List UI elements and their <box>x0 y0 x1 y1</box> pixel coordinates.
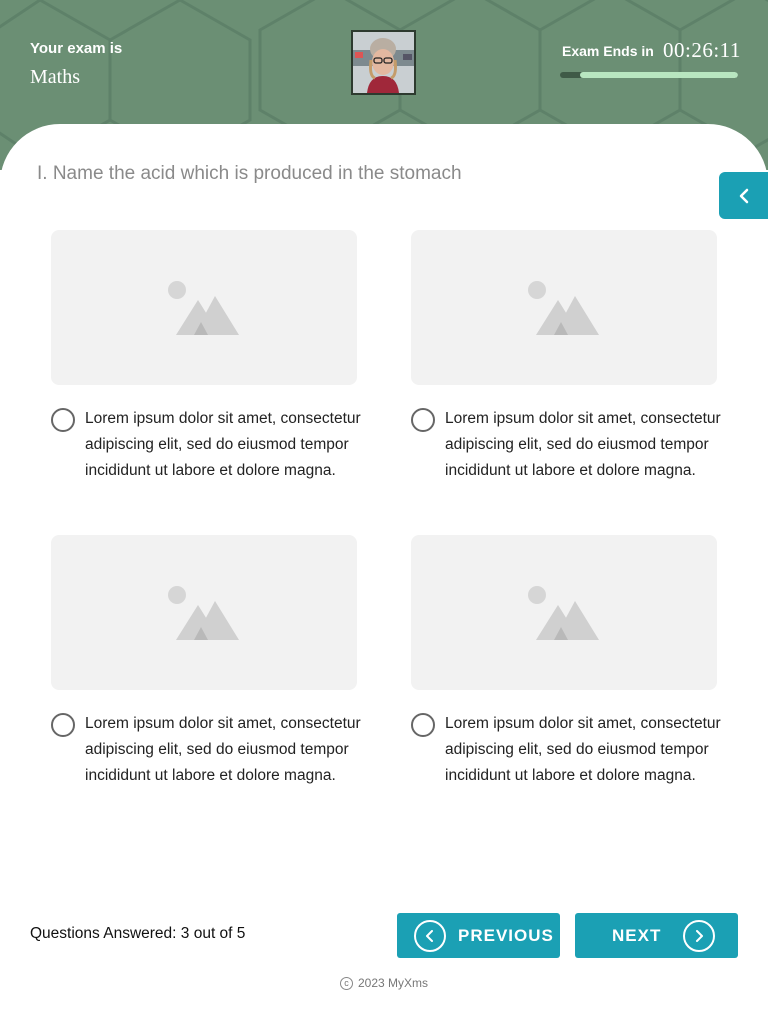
side-panel-toggle[interactable] <box>719 172 768 219</box>
questions-answered: Questions Answered: 3 out of 5 <box>30 925 246 942</box>
option-1-text[interactable]: Lorem ipsum dolor sit amet, consectetur … <box>85 406 375 484</box>
image-placeholder-icon <box>168 586 239 640</box>
option-4-image[interactable] <box>411 535 717 690</box>
timer-progress-bar <box>560 72 738 78</box>
option-1-image[interactable] <box>51 230 357 385</box>
chevron-right-circle-icon <box>683 919 716 952</box>
chevron-left-icon <box>739 188 748 203</box>
option-4-text[interactable]: Lorem ipsum dolor sit amet, consectetur … <box>445 711 735 789</box>
copyright-icon: c <box>339 977 353 991</box>
image-placeholder-icon <box>168 281 239 335</box>
user-photo-icon <box>353 32 414 93</box>
avatar <box>351 30 416 95</box>
timer-label: Exam Ends in <box>562 43 654 59</box>
previous-button-label: PREVIOUS <box>458 925 554 945</box>
option-4-radio[interactable] <box>411 713 435 737</box>
option-2-radio[interactable] <box>411 408 435 432</box>
image-placeholder-icon <box>528 281 599 335</box>
image-placeholder-icon <box>528 586 599 640</box>
option-2-text[interactable]: Lorem ipsum dolor sit amet, consectetur … <box>445 406 735 484</box>
chevron-left-circle-icon <box>414 919 446 952</box>
next-button-label: NEXT <box>612 925 662 945</box>
next-button[interactable]: NEXT <box>575 913 738 958</box>
copyright-footer: c 2023 MyXms <box>0 976 768 991</box>
option-1-radio[interactable] <box>51 408 75 432</box>
option-3-text[interactable]: Lorem ipsum dolor sit amet, consectetur … <box>85 711 375 789</box>
timer-value: 00:26:11 <box>663 38 741 62</box>
option-2-image[interactable] <box>411 230 717 385</box>
exam-label: Your exam is <box>30 40 123 57</box>
timer-progress-fill <box>579 72 738 78</box>
exam-subject: Maths <box>30 66 80 88</box>
option-3-image[interactable] <box>51 535 357 690</box>
question-text: I. Name the acid which is produced in th… <box>37 163 462 184</box>
option-3-radio[interactable] <box>51 713 75 737</box>
previous-button[interactable]: PREVIOUS <box>397 913 560 958</box>
copyright-text: 2023 MyXms <box>357 976 429 990</box>
